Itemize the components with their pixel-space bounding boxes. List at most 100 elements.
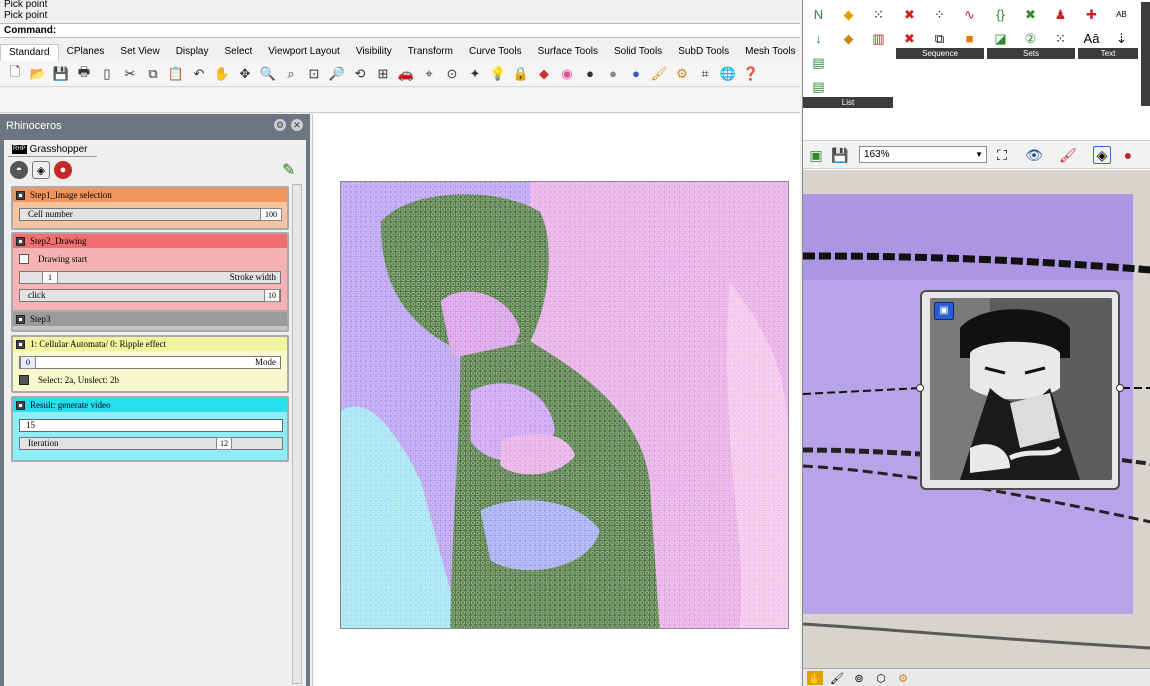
zoom-extents-icon[interactable]: ⊡ (304, 64, 324, 84)
zoom-selected-icon[interactable]: 🔎 (327, 64, 347, 84)
point-icon[interactable]: ✦ (465, 64, 485, 84)
globe-icon[interactable]: 🌐 (718, 64, 738, 84)
brush-icon[interactable]: 🖌 (649, 64, 669, 84)
click-value[interactable]: 10 (264, 289, 280, 302)
car-icon[interactable]: 🚗 (396, 64, 416, 84)
tab-display[interactable]: Display (168, 44, 217, 61)
sequence-duplicate-icon[interactable]: ⧉ (930, 29, 949, 48)
iteration-slider[interactable]: Iteration 12 (19, 437, 283, 450)
mosaic-portrait-image[interactable] (340, 181, 789, 629)
frames-input[interactable]: 15 (19, 419, 283, 432)
open-folder-icon[interactable]: 📂 (28, 64, 48, 84)
zoom-select[interactable]: 163% ▼ (859, 146, 987, 163)
list-item-icon[interactable]: N (809, 5, 828, 24)
close-icon[interactable]: ✕ (291, 119, 303, 131)
sets-cross-icon[interactable]: ✖ (1021, 5, 1040, 24)
group-collapse-toggle[interactable] (16, 190, 25, 200)
stroke-width-value[interactable]: 1 (42, 271, 58, 284)
sketch-mode-icon[interactable]: ⛶ (993, 146, 1011, 164)
list-split-icon[interactable]: ▤ (809, 77, 828, 96)
preview-eye-icon[interactable]: 👁 (1025, 146, 1043, 164)
rotate-view-icon[interactable]: ⟲ (350, 64, 370, 84)
four-view-icon[interactable]: ⊞ (373, 64, 393, 84)
tab-select[interactable]: Select (217, 44, 261, 61)
tab-grasshopper[interactable]: RHP Grasshopper (8, 143, 98, 157)
cell-number-value[interactable]: 100 (260, 208, 282, 221)
open-file-icon[interactable]: ▣ (807, 146, 825, 164)
sets-braces-icon[interactable]: {} (991, 5, 1010, 24)
tab-mesh-tools[interactable]: Mesh Tools (737, 44, 803, 61)
select-button[interactable] (19, 375, 29, 385)
sets-dots-icon[interactable]: ⁙ (1051, 29, 1070, 48)
sets-two-icon[interactable]: ② (1021, 29, 1040, 48)
group-collapse-toggle[interactable] (16, 400, 25, 410)
text-case-icon[interactable]: Aā (1082, 29, 1101, 48)
brush-icon[interactable]: 🖌 (1059, 146, 1077, 164)
tab-transform[interactable]: Transform (400, 44, 461, 61)
toolbar-target-icon[interactable]: ⊚ (851, 671, 867, 685)
tab-cplanes[interactable]: CPlanes (59, 44, 113, 61)
text-sort-icon[interactable]: ⇣ (1112, 29, 1131, 48)
copy-icon[interactable]: ⧉ (143, 64, 163, 84)
zoom-window-icon[interactable]: ⌕ (281, 64, 301, 84)
list-sort-icon[interactable]: ↓ (809, 29, 828, 48)
group-collapse-toggle[interactable] (16, 339, 25, 349)
drawing-start-toggle[interactable] (19, 254, 29, 264)
edit-pencil-icon[interactable]: ✎ (282, 160, 295, 180)
input-port[interactable] (916, 384, 924, 392)
sequence-cull-icon[interactable]: ✖ (900, 5, 919, 24)
help-icon[interactable]: ❓ (741, 64, 761, 84)
print-icon[interactable]: 🖶 (74, 64, 94, 84)
pan-hand-icon[interactable]: ✋ (212, 64, 232, 84)
undo-icon[interactable]: ↶ (189, 64, 209, 84)
solver-icon[interactable]: ● (1119, 146, 1137, 164)
list-shift-icon[interactable]: ▤ (809, 53, 828, 72)
list-bars-icon[interactable]: ▥ (869, 29, 888, 48)
tab-curve-tools[interactable]: Curve Tools (461, 44, 530, 61)
save-file-icon[interactable]: 💾 (831, 146, 849, 164)
tab-viewport-layout[interactable]: Viewport Layout (260, 44, 348, 61)
toolbar-paint-icon[interactable]: 🖌 (829, 671, 845, 685)
camera-icon[interactable]: ⌖ (419, 64, 439, 84)
output-port[interactable] (1116, 384, 1124, 392)
list-length-icon[interactable]: ◆ (839, 5, 858, 24)
light-bulb-icon[interactable]: 💡 (488, 64, 508, 84)
solver-icon[interactable]: ● (54, 161, 72, 179)
new-file-icon[interactable]: 🗋 (5, 64, 25, 84)
iteration-value[interactable]: 12 (216, 437, 232, 450)
tab-set-view[interactable]: Set View (112, 44, 167, 61)
list-reverse-icon[interactable]: ◆ (839, 29, 858, 48)
mode-value[interactable]: 0 (20, 356, 36, 369)
cut-icon[interactable]: ✂ (120, 64, 140, 84)
properties-icon[interactable]: ▯ (97, 64, 117, 84)
panel-scrollbar[interactable] (292, 184, 302, 684)
tab-solid-tools[interactable]: Solid Tools (606, 44, 670, 61)
toolbar-gear-icon[interactable]: ⚙ (895, 671, 911, 685)
grid-snap-icon[interactable]: ⌗ (695, 64, 715, 84)
zoom-icon[interactable]: 🔍 (258, 64, 278, 84)
toolbar-hex-icon[interactable]: ⬡ (873, 671, 889, 685)
layers-icon[interactable]: ◆ (534, 64, 554, 84)
gear-tools-icon[interactable]: ⚙ (672, 64, 692, 84)
tab-visibility[interactable]: Visibility (348, 44, 400, 61)
color-wheel-icon[interactable]: ◉ (557, 64, 577, 84)
sequence-series-icon[interactable]: ⁘ (930, 5, 949, 24)
environment-sphere-icon[interactable]: ● (626, 64, 646, 84)
sets-person-icon[interactable]: ♟ (1051, 5, 1070, 24)
command-prompt[interactable]: Command: (0, 23, 800, 38)
image-viewer-component[interactable]: ▣ (916, 290, 1124, 490)
lock-icon[interactable]: 🔒 (511, 64, 531, 84)
tab-surface-tools[interactable]: Surface Tools (530, 44, 606, 61)
ribbon-overflow[interactable] (1141, 2, 1150, 106)
text-person-icon[interactable]: ✚ (1082, 5, 1101, 24)
click-slider[interactable]: click 10 (19, 289, 281, 302)
tab-standard[interactable]: Standard (0, 44, 59, 61)
osnap-icon[interactable]: ⊙ (442, 64, 462, 84)
sequence-random-icon[interactable]: ■ (960, 29, 979, 48)
paste-icon[interactable]: 📋 (166, 64, 186, 84)
cell-number-slider[interactable]: Cell number 100 (19, 208, 282, 221)
group-collapse-toggle[interactable] (16, 314, 25, 324)
material-sphere-icon[interactable]: ● (603, 64, 623, 84)
wire-display-icon[interactable]: ◈ (1093, 146, 1111, 164)
tab-subd-tools[interactable]: SubD Tools (670, 44, 737, 61)
